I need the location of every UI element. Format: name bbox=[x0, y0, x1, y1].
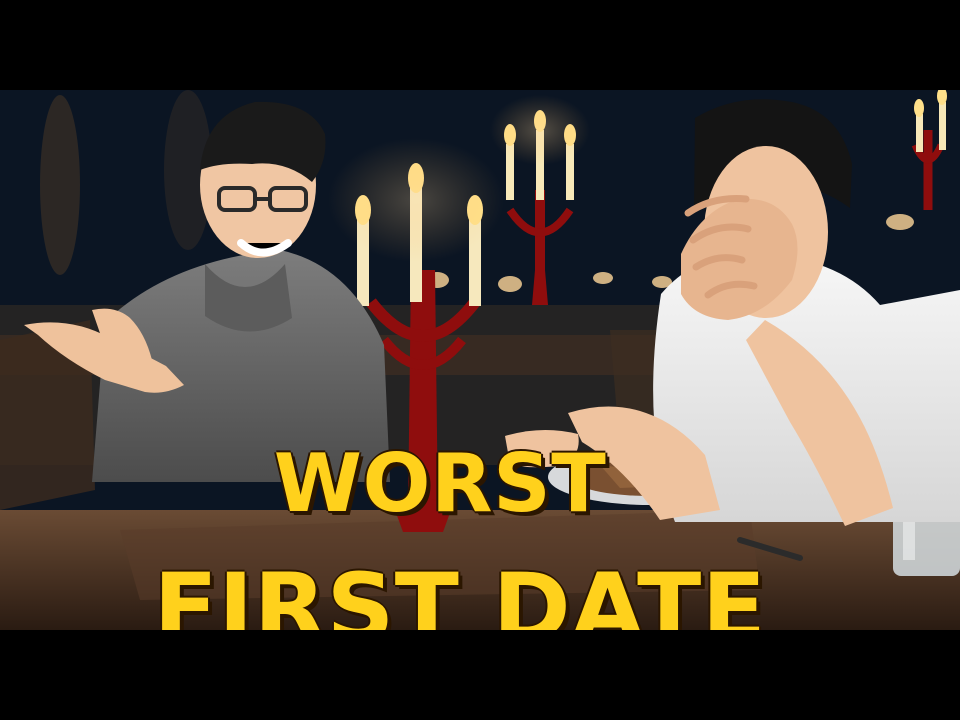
video-thumbnail: WORST FIRST DATE bbox=[0, 0, 960, 720]
scene-illustration bbox=[0, 90, 960, 630]
restaurant-scene: WORST FIRST DATE bbox=[0, 90, 960, 630]
